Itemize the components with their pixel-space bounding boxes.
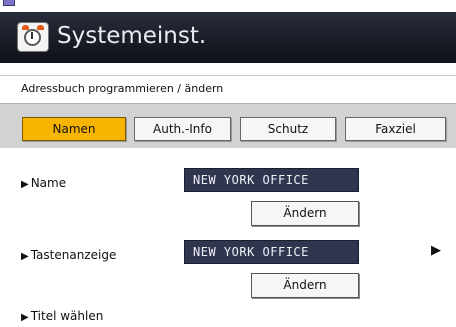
triangle-right-icon: ▶ <box>21 251 29 262</box>
key-display-label-text: Tastenanzeige <box>30 248 117 262</box>
key-display-value-field: NEW YORK OFFICE <box>184 240 359 264</box>
name-change-button[interactable]: Ändern <box>251 201 359 226</box>
key-display-label: ▶ Tastenanzeige <box>21 248 116 262</box>
select-title-label-text: Titel wählen <box>30 309 104 323</box>
triangle-right-icon: ▶ <box>21 179 29 190</box>
key-display-change-button[interactable]: Ändern <box>251 273 359 298</box>
tab-auth-info[interactable]: Auth.-Info <box>134 117 231 141</box>
breadcrumb: Adressbuch programmieren / ändern <box>21 82 224 95</box>
top-strip <box>0 0 456 12</box>
name-label: ▶ Name <box>21 176 66 190</box>
top-corner-icon <box>3 0 15 6</box>
tab-schutz[interactable]: Schutz <box>240 117 336 141</box>
window-title: Systemeinst. <box>57 23 207 49</box>
settings-clock-icon <box>17 22 49 52</box>
select-title-label: ▶ Titel wählen <box>21 309 103 323</box>
next-page-arrow-icon[interactable]: ▶ <box>431 243 441 258</box>
name-label-text: Name <box>30 176 67 190</box>
tab-faxziel[interactable]: Faxziel <box>345 117 446 141</box>
name-value-field: NEW YORK OFFICE <box>184 168 359 192</box>
bell-right-shape <box>37 25 44 30</box>
tab-namen[interactable]: Namen <box>22 117 126 141</box>
triangle-right-icon: ▶ <box>21 312 29 323</box>
clock-hand-shape <box>31 32 33 39</box>
